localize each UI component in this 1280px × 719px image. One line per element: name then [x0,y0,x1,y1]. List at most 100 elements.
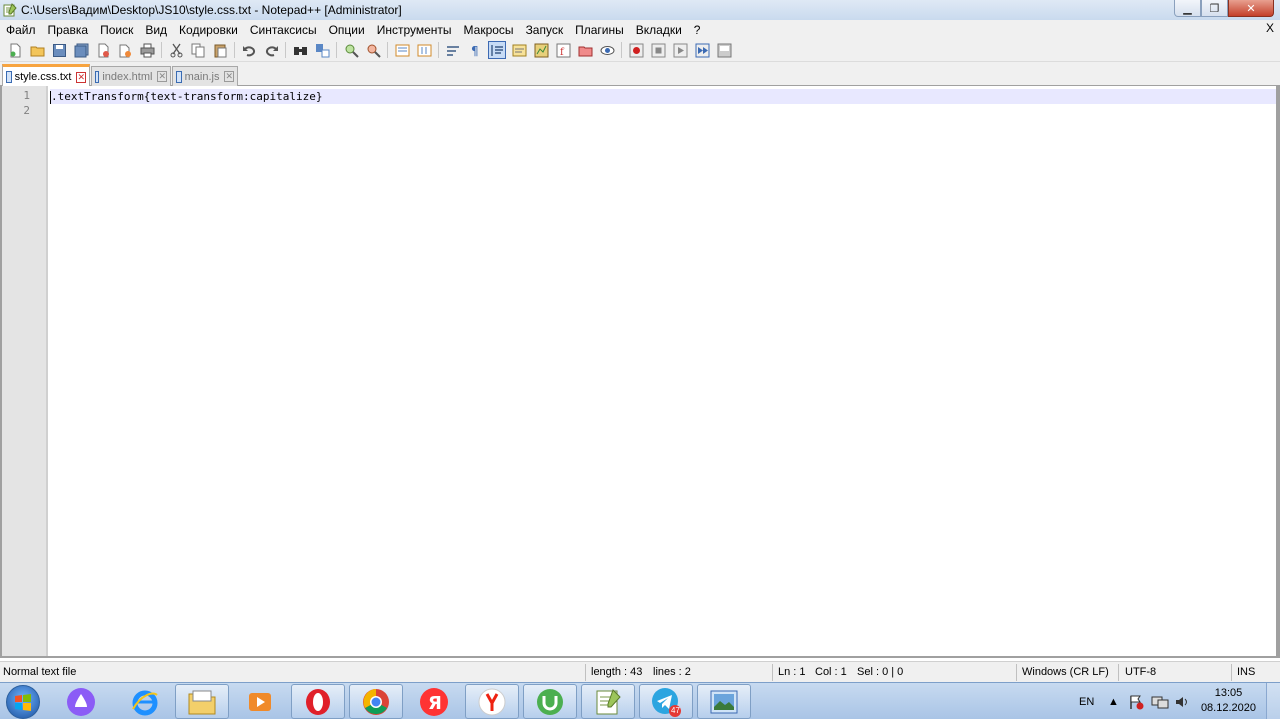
run-macro-multiple-icon[interactable] [694,42,710,58]
maximize-button[interactable]: ❐ [1201,0,1228,17]
action-center-icon[interactable] [1128,683,1144,719]
sync-horizontal-icon[interactable] [416,42,432,58]
title-bar: C:\Users\Вадим\Desktop\JS10\style.css.tx… [0,0,1280,20]
taskbar-video-player[interactable] [233,684,287,719]
volume-icon[interactable] [1174,683,1190,719]
status-separator [772,664,773,681]
toolbar-separator [621,42,622,58]
replace-icon[interactable] [314,42,330,58]
tray-expand-icon[interactable]: ▲ [1108,683,1119,719]
taskbar-notepadpp[interactable] [581,684,635,719]
status-encoding[interactable]: UTF-8 [1125,666,1156,678]
menu-file[interactable]: Файл [0,23,42,37]
toolbar-separator [438,42,439,58]
save-icon[interactable] [51,42,67,58]
close-button[interactable]: ✕ [1228,0,1274,17]
start-button[interactable] [6,685,40,719]
menu-edit[interactable]: Правка [42,23,95,37]
copy-icon[interactable] [190,42,206,58]
word-wrap-icon[interactable] [445,42,461,58]
menu-encoding[interactable]: Кодировки [173,23,244,37]
status-col: Col : 1 [815,666,847,678]
menu-window[interactable]: Вкладки [630,23,688,37]
system-clock[interactable]: 13:05 08.12.2020 [1201,686,1256,716]
taskbar-yandex-browser[interactable] [465,684,519,719]
redo-icon[interactable] [263,42,279,58]
file-icon [95,70,100,83]
play-macro-icon[interactable] [672,42,688,58]
menu-plugins[interactable]: Плагины [569,23,630,37]
code-line[interactable]: .textTransform{text-transform:capitalize… [50,89,1276,104]
undo-icon[interactable] [241,42,257,58]
menu-tools[interactable]: Инструменты [371,23,458,37]
close-document-button[interactable]: X [1266,21,1274,35]
menu-macro[interactable]: Макросы [458,23,520,37]
menu-bar: Файл Правка Поиск Вид Кодировки Синтакси… [0,20,1280,39]
new-file-icon[interactable] [7,42,23,58]
taskbar-opera[interactable] [291,684,345,719]
status-separator [1016,664,1017,681]
status-eol[interactable]: Windows (CR LF) [1022,666,1109,678]
taskbar-chrome[interactable] [349,684,403,719]
file-icon [176,70,182,83]
menu-search[interactable]: Поиск [94,23,139,37]
code-line[interactable] [50,104,1276,119]
tab-close-icon[interactable]: ✕ [224,71,234,82]
tab-index-html[interactable]: index.html ✕ [91,66,171,86]
user-language-icon[interactable] [511,42,527,58]
print-icon[interactable] [139,42,155,58]
menu-view[interactable]: Вид [139,23,173,37]
taskbar-yandex[interactable]: Я [407,684,461,719]
language-indicator[interactable]: EN [1079,683,1094,719]
show-desktop-button[interactable] [1266,683,1280,719]
find-icon[interactable] [292,42,308,58]
taskbar-internet-explorer[interactable] [118,684,172,719]
save-macro-icon[interactable] [716,42,732,58]
doc-map-icon[interactable] [533,42,549,58]
zoom-out-icon[interactable] [365,42,381,58]
taskbar-alice[interactable] [54,684,108,719]
maximize-icon: ❐ [1209,2,1220,15]
status-separator [1231,664,1232,681]
status-bar: Normal text file length : 43 lines : 2 L… [0,661,1280,682]
function-list-icon[interactable]: f [555,42,571,58]
tab-style-css[interactable]: style.css.txt ✕ [2,64,90,87]
zoom-in-icon[interactable] [343,42,359,58]
internet-explorer-icon [132,690,158,715]
minimize-button[interactable]: ▁ [1174,0,1201,17]
menu-run[interactable]: Запуск [520,23,570,37]
sync-vertical-icon[interactable] [394,42,410,58]
status-insert-mode[interactable]: INS [1237,666,1255,678]
close-file-icon[interactable] [95,42,111,58]
alice-icon [67,687,95,716]
taskbar-telegram[interactable]: 47 [639,684,693,719]
tab-close-icon[interactable]: ✕ [76,71,86,83]
menu-settings[interactable]: Опции [323,23,371,37]
cut-icon[interactable] [168,42,184,58]
monitoring-icon[interactable] [599,42,615,58]
notepadpp-icon [596,688,621,714]
folder-workspace-icon[interactable] [577,42,593,58]
taskbar-explorer[interactable] [175,684,229,719]
save-all-icon[interactable] [73,42,89,58]
paste-icon[interactable] [212,42,228,58]
menu-help[interactable]: ? [688,23,707,37]
show-all-chars-icon[interactable]: ¶ [467,42,483,58]
menu-language[interactable]: Синтаксисы [244,23,323,37]
tab-main-js[interactable]: main.js ✕ [172,66,238,86]
minimize-icon: ▁ [1183,2,1192,15]
notepadpp-icon [3,3,17,17]
tab-close-icon[interactable]: ✕ [157,71,167,82]
record-macro-icon[interactable] [628,42,644,58]
stop-macro-icon[interactable] [650,42,666,58]
taskbar-utorrent[interactable] [523,684,577,719]
network-icon[interactable] [1151,683,1169,719]
taskbar-photo-viewer[interactable] [697,684,751,719]
status-ln: Ln : 1 [778,666,806,678]
indent-guide-icon[interactable] [488,41,506,59]
tab-label: main.js [184,70,220,83]
toolbar-separator [285,42,286,58]
open-file-icon[interactable] [29,42,45,58]
close-all-icon[interactable] [117,42,133,58]
editor-area[interactable]: 1 2 .textTransform{text-transform:capita… [0,86,1280,658]
